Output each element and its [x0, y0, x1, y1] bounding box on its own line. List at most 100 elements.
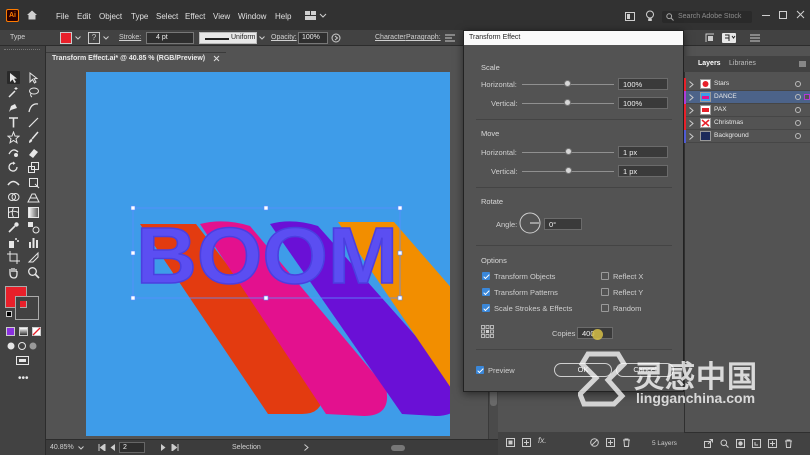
tab-libraries[interactable]: Libraries [729, 60, 756, 67]
random-label: Random [613, 304, 642, 313]
new-item-icon[interactable] [606, 438, 615, 447]
move-vertical-field[interactable]: 1 px [618, 165, 668, 177]
artboard-number-field[interactable]: 2 [119, 442, 145, 453]
layer-name: Stars [714, 80, 730, 87]
preview-checkbox[interactable] [476, 366, 484, 374]
target-circle-icon[interactable] [795, 120, 801, 126]
reflect-y-label: Reflect Y [613, 288, 644, 297]
layer-name: DANCE [714, 93, 737, 100]
reference-point-locator-icon[interactable] [481, 325, 494, 338]
expand-chevron-icon[interactable] [689, 120, 694, 127]
pin-icon[interactable] [722, 33, 736, 43]
new-sublayer-icon[interactable] [522, 438, 531, 447]
close-window-icon[interactable] [796, 10, 805, 19]
discover-lightbulb-icon[interactable] [645, 10, 655, 22]
selected-art-indicator[interactable] [804, 94, 810, 100]
tab-layers[interactable]: Layers [698, 60, 721, 67]
scale-heading: Scale [481, 63, 500, 72]
layer-name: Background [714, 132, 749, 139]
angle-dial-icon[interactable] [519, 212, 541, 234]
layer-count: 5 Layers [652, 440, 677, 447]
layer-color-bar [684, 117, 686, 130]
layer-row[interactable]: Background [684, 130, 810, 143]
angle-field[interactable]: 0° [544, 218, 582, 230]
horizontal-scroll-thumb[interactable] [391, 445, 405, 451]
locate-object-icon[interactable] [720, 439, 729, 448]
transform-objects-checkbox[interactable] [482, 272, 490, 280]
ruler-align-icon[interactable] [705, 33, 715, 43]
dialog-title[interactable]: Transform Effect [464, 31, 683, 45]
move-vertical-slider-knob[interactable] [565, 167, 572, 174]
angle-label: Angle: [496, 220, 518, 229]
delete-item-icon[interactable] [622, 438, 631, 447]
expand-chevron-icon[interactable] [689, 81, 694, 88]
maximize-icon[interactable] [779, 11, 787, 19]
expand-chevron-icon[interactable] [689, 94, 694, 101]
create-new-layer-icon[interactable] [768, 439, 777, 448]
watermark-logo-icon [578, 350, 628, 408]
transform-patterns-label: Transform Patterns [494, 288, 558, 297]
scale-strokes-label: Scale Strokes & Effects [494, 304, 573, 313]
rotate-heading: Rotate [481, 197, 504, 206]
layers-panel-tabs: Layers Libraries [684, 56, 810, 72]
divider [476, 245, 672, 246]
layer-row[interactable]: PAX [684, 104, 810, 117]
expand-chevron-icon[interactable] [689, 107, 694, 114]
reflect-y-checkbox[interactable] [601, 288, 609, 296]
search-stock-box[interactable]: Search Adobe Stock [662, 11, 752, 23]
arrange-documents-icon[interactable] [625, 12, 635, 21]
scale-vertical-field[interactable]: 100% [618, 97, 668, 109]
transform-patterns-checkbox[interactable] [482, 288, 490, 296]
layer-row[interactable]: DANCE [684, 91, 810, 104]
move-horizontal-slider-knob[interactable] [565, 148, 572, 155]
cursor-highlight [592, 329, 603, 340]
move-horizontal-label: Horizontal: [481, 148, 517, 157]
scale-horizontal-label: Horizontal: [481, 80, 517, 89]
target-circle-icon[interactable] [795, 107, 801, 113]
target-circle-icon[interactable] [795, 81, 801, 87]
make-clipping-mask-icon[interactable] [736, 439, 745, 448]
scale-horizontal-field[interactable]: 100% [618, 78, 668, 90]
layer-color-bar [684, 91, 686, 104]
first-artboard-icon[interactable] [98, 444, 106, 451]
minimize-icon[interactable] [762, 15, 770, 16]
transform-objects-label: Transform Objects [494, 272, 556, 281]
layer-thumbnail [700, 131, 711, 141]
watermark-url-text: lingganchina.com [636, 390, 756, 406]
scale-vertical-label: Vertical: [491, 99, 518, 108]
transform-effect-dialog: Transform Effect Scale Horizontal: 100% … [463, 30, 684, 392]
collect-for-export-icon[interactable] [704, 439, 713, 448]
layer-thumbnail [700, 105, 711, 115]
panel-menu-icon[interactable] [750, 34, 760, 42]
no-symbol-icon[interactable] [590, 438, 599, 447]
status-menu-chevron-icon[interactable] [304, 444, 309, 451]
search-input-placeholder: Search Adobe Stock [678, 13, 742, 20]
reflect-x-label: Reflect X [613, 272, 644, 281]
layers-panel-footer: 5 Layers [652, 432, 810, 455]
zoom-level[interactable]: 40.85% [50, 444, 74, 451]
random-checkbox[interactable] [601, 304, 609, 312]
target-circle-icon[interactable] [795, 133, 801, 139]
fx-icon[interactable]: fx. [538, 436, 546, 445]
previous-artboard-icon[interactable] [110, 444, 116, 451]
headline-boom: BOOM [136, 211, 398, 300]
create-sublayer-icon[interactable] [752, 439, 761, 448]
delete-layer-icon[interactable] [784, 439, 793, 448]
artwork[interactable]: BOOM [0, 0, 498, 440]
artboard-icon[interactable] [506, 438, 515, 447]
layer-row[interactable]: Stars [684, 78, 810, 91]
layer-row[interactable]: Christmas [684, 117, 810, 130]
expand-chevron-icon[interactable] [689, 133, 694, 140]
zoom-dropdown-chevron-icon[interactable] [78, 446, 84, 450]
scale-vertical-slider-knob[interactable] [564, 99, 571, 106]
target-circle-icon[interactable] [795, 94, 801, 100]
layer-thumbnail [700, 92, 711, 102]
last-artboard-icon[interactable] [171, 444, 179, 451]
divider [476, 187, 672, 188]
panel-options-icon[interactable] [799, 61, 806, 67]
scale-strokes-checkbox[interactable] [482, 304, 490, 312]
reflect-x-checkbox[interactable] [601, 272, 609, 280]
scale-horizontal-slider-knob[interactable] [564, 80, 571, 87]
move-horizontal-field[interactable]: 1 px [618, 146, 668, 158]
next-artboard-icon[interactable] [160, 444, 166, 451]
